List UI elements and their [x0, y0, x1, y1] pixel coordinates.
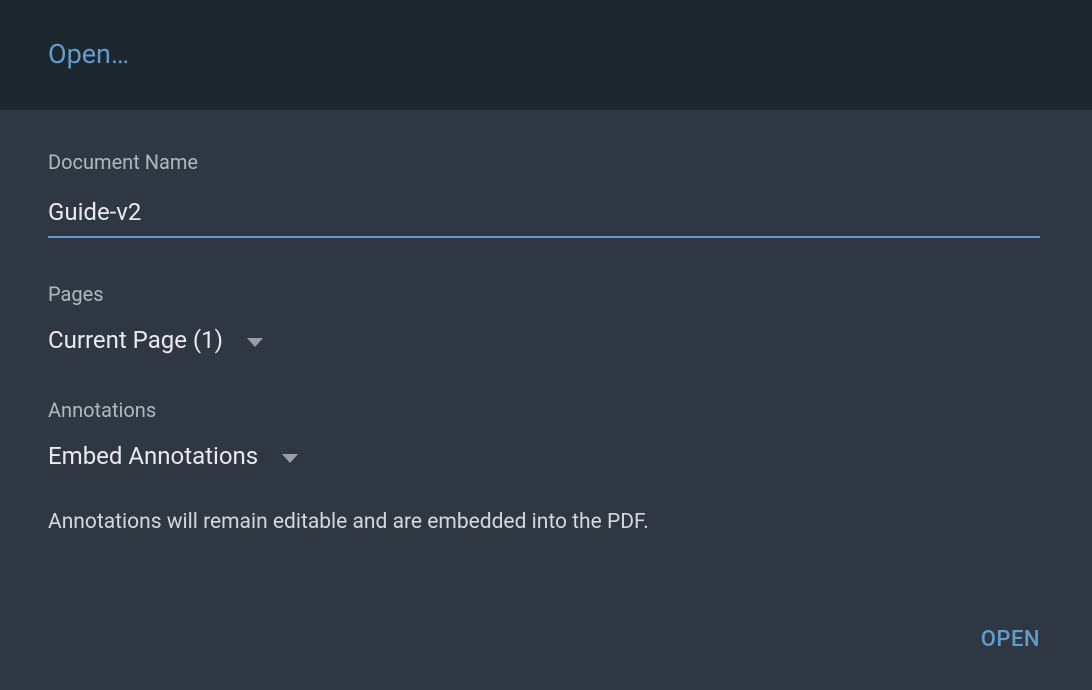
dialog-content: Document Name Pages Current Page (1) Ann… [0, 110, 1092, 534]
document-name-input[interactable] [48, 194, 1040, 238]
pages-label: Pages [48, 282, 1044, 306]
annotations-dropdown-value: Embed Annotations [48, 442, 258, 470]
chevron-down-icon [282, 454, 298, 463]
pages-dropdown-value: Current Page (1) [48, 326, 223, 354]
annotations-dropdown[interactable]: Embed Annotations [48, 442, 298, 470]
annotations-field-group: Annotations Embed Annotations Annotation… [48, 398, 1044, 534]
chevron-down-icon [247, 338, 263, 347]
document-name-field-group: Document Name [48, 150, 1044, 238]
pages-field-group: Pages Current Page (1) [48, 282, 1044, 354]
annotations-help-text: Annotations will remain editable and are… [48, 510, 1044, 534]
pages-dropdown[interactable]: Current Page (1) [48, 326, 263, 354]
annotations-label: Annotations [48, 398, 1044, 422]
dialog-header: Open… [0, 0, 1092, 110]
document-name-label: Document Name [48, 150, 1044, 174]
dialog-title: Open… [48, 38, 1044, 70]
open-button[interactable]: OPEN [977, 619, 1044, 660]
dialog-footer: OPEN [977, 591, 1092, 690]
